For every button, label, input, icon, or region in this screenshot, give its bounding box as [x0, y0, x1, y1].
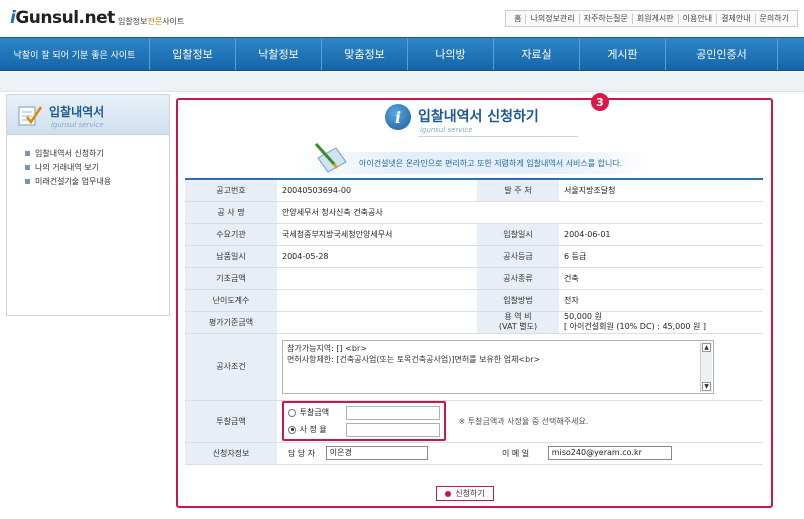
- bid-amount-input[interactable]: [346, 405, 440, 420]
- sidebar-title: 입찰내역서: [49, 105, 105, 119]
- nav-item-certificate[interactable]: 공인인증서: [666, 38, 778, 70]
- scroll-up-icon[interactable]: ▲: [702, 342, 711, 352]
- manager-input[interactable]: 이은경: [325, 446, 428, 460]
- table-row: 수요기관 국세청중부지방국세청안양세무서 입찰일시 2004-06-01: [185, 223, 763, 246]
- value-agency: 서울지방조달청: [559, 179, 763, 202]
- conditions-scrollbar[interactable]: ▲ ▼: [700, 341, 712, 392]
- label-bid-amount: 투찰금액: [185, 400, 277, 443]
- nav-item-bid-info[interactable]: 입찰정보: [150, 38, 236, 70]
- notice-text: 아이건설넷은 온라인으로 편리하고 또한 저렴하게 입찰내역서 서비스를 합니다…: [359, 159, 623, 168]
- radio-bid-amount[interactable]: [288, 408, 296, 417]
- top-header: iGunsul.net 입찰정보전문사이트 홈 나의정보관리 자주하는질문 회원…: [0, 0, 804, 36]
- value-demand: 국세청중부지방국세청안양세무서: [277, 223, 477, 246]
- nav-slogan: 낙찰이 잘 되어 기분 좋은 사이트: [0, 38, 150, 70]
- sidebar-item-history[interactable]: 나의 거래내역 보기: [25, 161, 169, 175]
- top-link-my-info[interactable]: 나의정보관리: [526, 13, 580, 24]
- table-row: 납품일시 2004-05-28 공사등급 6 등급: [185, 245, 763, 268]
- table-row: 투찰금액 투찰금액 사 정 율 ※ 투찰금액과 사정율 중 선택해주세요.: [185, 400, 763, 443]
- value-pay-date: 2004-05-28: [277, 245, 477, 268]
- label-pay-date: 납품일시: [185, 245, 277, 268]
- nav-item-board[interactable]: 게시판: [580, 38, 666, 70]
- sidebar-item-future-tech[interactable]: 미래건설기술 업무내용: [25, 175, 169, 189]
- value-difficulty: [277, 289, 477, 312]
- label-type: 공사종류: [477, 267, 559, 290]
- value-type: 건축: [559, 267, 763, 290]
- top-link-payment[interactable]: 결제안내: [717, 13, 756, 24]
- value-project: 안양세무서 청사신축 건축공사: [277, 201, 763, 224]
- info-icon: i: [385, 104, 411, 130]
- scroll-down-icon[interactable]: ▼: [702, 381, 711, 391]
- top-link-home[interactable]: 홈: [510, 13, 527, 24]
- request-form-table: 공고번호 20040503694-00 발 주 처 서울지방조달청 공 사 명 …: [185, 178, 763, 465]
- bid-option-group: 투찰금액 사 정 율: [282, 401, 446, 441]
- top-link-faq[interactable]: 자주하는질문: [580, 13, 633, 24]
- bid-note: ※ 투찰금액과 사정율 중 선택해주세요.: [458, 416, 589, 426]
- table-row: 난이도계수 입찰방법 전자: [185, 289, 763, 312]
- label-conditions: 공사조건: [185, 333, 277, 401]
- label-eval-price: 평가기준금액: [185, 311, 277, 334]
- value-method: 전자: [559, 289, 763, 312]
- label-demand: 수요기관: [185, 223, 277, 246]
- label-grade: 공사등급: [477, 245, 559, 268]
- table-row: 공사조건 참가가능지역: [] <br> 면허사항제한: [건축공사업(또는 토…: [185, 333, 763, 401]
- sidebar-subtitle: igunsul service: [51, 121, 104, 129]
- table-row: 공 사 명 안양세무서 청사신축 건축공사: [185, 201, 763, 224]
- site-tagline: 입찰정보전문사이트: [118, 17, 185, 26]
- table-row: 신청자정보 담 당 자 이은경 이 메 일 miso240@yeram.co.k…: [185, 442, 763, 465]
- table-row: 기초금액 공사종류 건축: [185, 267, 763, 290]
- submit-button[interactable]: 신청하기: [436, 486, 494, 501]
- assessment-rate-input[interactable]: [346, 422, 440, 437]
- nav-item-library[interactable]: 자료실: [494, 38, 580, 70]
- site-logo[interactable]: iGunsul.net: [10, 8, 115, 28]
- top-link-member-board[interactable]: 회원게시판: [633, 13, 679, 24]
- email-input[interactable]: miso240@yeram.co.kr: [547, 446, 672, 460]
- radio-assessment-rate[interactable]: [288, 425, 296, 434]
- value-notice-no: 20040503694-00: [277, 179, 477, 202]
- sidebar: 입찰내역서 igunsul service 입찰내역서 신청하기 나의 거래내역…: [6, 94, 170, 316]
- sidebar-header: 입찰내역서 igunsul service: [7, 95, 169, 135]
- label-bid-date: 입찰일시: [477, 223, 559, 246]
- value-eval-price: [277, 311, 477, 334]
- value-bid-date: 2004-06-01: [559, 223, 763, 246]
- manager-label: 담 당 자: [288, 448, 316, 458]
- pen-document-icon: [314, 142, 347, 173]
- step-badge: 3: [591, 93, 609, 111]
- nav-item-award-info[interactable]: 낙찰정보: [236, 38, 322, 70]
- top-links: 홈 나의정보관리 자주하는질문 회원게시판 이용안내 결제안내 문의하기: [505, 10, 798, 27]
- radio-bid-amount-label[interactable]: 투찰금액: [300, 407, 347, 418]
- main-nav: 낙찰이 잘 되어 기분 좋은 사이트 입찰정보 낙찰정보 맞춤정보 나의방 자료…: [0, 37, 804, 71]
- top-link-guide[interactable]: 이용안내: [679, 13, 718, 24]
- value-grade: 6 등급: [559, 245, 763, 268]
- sub-bar: [0, 72, 804, 92]
- page-subtitle: igunsul service: [420, 126, 473, 134]
- value-fee: 50,000 원 [ 아이건설회원 (10% DC) : 45,000 원 ]: [559, 311, 763, 334]
- page-title: 입찰내역서 신청하기: [418, 109, 539, 125]
- submit-dot-icon: [445, 490, 452, 497]
- conditions-textarea[interactable]: 참가가능지역: [] <br> 면허사항제한: [건축공사업(또는 토목건축공사…: [282, 339, 714, 394]
- label-difficulty: 난이도계수: [185, 289, 277, 312]
- label-base-price: 기초금액: [185, 267, 277, 290]
- document-check-icon: [18, 106, 43, 126]
- label-agency: 발 주 처: [477, 179, 559, 202]
- value-base-price: [277, 267, 477, 290]
- title-divider: [418, 136, 578, 137]
- nav-item-custom-info[interactable]: 맞춤정보: [322, 38, 408, 70]
- label-applicant: 신청자정보: [185, 442, 277, 465]
- table-row: 공고번호 20040503694-00 발 주 처 서울지방조달청: [185, 179, 763, 202]
- sidebar-menu: 입찰내역서 신청하기 나의 거래내역 보기 미래건설기술 업무내용: [7, 135, 169, 189]
- label-notice-no: 공고번호: [185, 179, 277, 202]
- label-project: 공 사 명: [185, 201, 277, 224]
- label-fee: 용 역 비 (VAT 별도): [477, 311, 559, 334]
- table-row: 평가기준금액 용 역 비 (VAT 별도) 50,000 원 [ 아이건설회원 …: [185, 311, 763, 334]
- label-method: 입찰방법: [477, 289, 559, 312]
- sidebar-item-apply[interactable]: 입찰내역서 신청하기: [25, 147, 169, 161]
- radio-assessment-rate-label[interactable]: 사 정 율: [300, 424, 347, 435]
- nav-item-my-room[interactable]: 나의방: [408, 38, 494, 70]
- top-link-contact[interactable]: 문의하기: [756, 14, 793, 24]
- email-label: 이 메 일: [502, 448, 530, 458]
